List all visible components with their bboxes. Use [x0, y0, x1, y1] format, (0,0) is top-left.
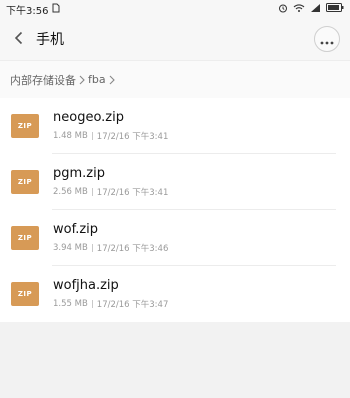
file-size: 1.55 MB [53, 299, 88, 309]
chevron-left-icon [14, 30, 23, 49]
meta-divider [91, 188, 93, 196]
file-info: wofjha.zip 1.55 MB 17/2/16 下午3:47 [53, 278, 168, 310]
wifi-icon [293, 3, 305, 16]
zip-file-icon: ZIP [11, 282, 39, 306]
list-item[interactable]: ZIP neogeo.zip 1.48 MB 17/2/16 下午3:41 [0, 98, 350, 154]
sim-icon [52, 3, 60, 16]
list-item[interactable]: ZIP wofjha.zip 1.55 MB 17/2/16 下午3:47 [0, 266, 350, 322]
meta-divider [91, 132, 93, 140]
zip-file-icon: ZIP [11, 114, 39, 138]
file-meta: 1.48 MB 17/2/16 下午3:41 [53, 130, 168, 142]
status-bar: 下午3:56 [0, 0, 350, 18]
file-meta: 1.55 MB 17/2/16 下午3:47 [53, 298, 168, 310]
file-meta: 2.56 MB 17/2/16 下午3:41 [53, 186, 168, 198]
file-size: 2.56 MB [53, 187, 88, 197]
file-info: neogeo.zip 1.48 MB 17/2/16 下午3:41 [53, 110, 168, 142]
header: 手机 [0, 18, 350, 60]
chevron-right-icon [108, 75, 116, 85]
zip-icon-label: ZIP [17, 122, 33, 130]
zip-icon-label: ZIP [17, 234, 33, 242]
alarm-icon [278, 3, 288, 16]
file-date: 17/2/16 下午3:47 [96, 300, 169, 310]
more-dots-icon [320, 30, 334, 49]
zip-icon-label: ZIP [17, 178, 33, 186]
file-name: wofjha.zip [53, 278, 119, 293]
file-size: 1.48 MB [53, 131, 88, 141]
battery-icon [326, 3, 344, 15]
file-name: pgm.zip [53, 166, 105, 181]
status-right [278, 3, 344, 16]
file-info: pgm.zip 2.56 MB 17/2/16 下午3:41 [53, 166, 168, 198]
zip-icon-label: ZIP [17, 290, 33, 298]
status-left: 下午3:56 [6, 2, 60, 17]
back-button[interactable] [10, 27, 26, 51]
list-item[interactable]: ZIP wof.zip 3.94 MB 17/2/16 下午3:46 [0, 210, 350, 266]
more-button[interactable] [314, 26, 340, 52]
file-date: 17/2/16 下午3:41 [96, 132, 169, 142]
file-info: wof.zip 3.94 MB 17/2/16 下午3:46 [53, 222, 168, 254]
chevron-right-icon [78, 75, 86, 85]
meta-divider [91, 300, 93, 308]
zip-file-icon: ZIP [11, 226, 39, 250]
breadcrumb: 内部存储设备 fba [0, 60, 350, 98]
file-list: ZIP neogeo.zip 1.48 MB 17/2/16 下午3:41 ZI… [0, 98, 350, 322]
file-meta: 3.94 MB 17/2/16 下午3:46 [53, 242, 168, 254]
file-size: 3.94 MB [53, 243, 88, 253]
file-name: neogeo.zip [53, 110, 124, 125]
file-date: 17/2/16 下午3:46 [96, 244, 169, 254]
page-title: 手机 [36, 32, 64, 48]
signal-icon [310, 3, 321, 16]
list-item[interactable]: ZIP pgm.zip 2.56 MB 17/2/16 下午3:41 [0, 154, 350, 210]
status-time: 下午3:56 [6, 5, 49, 17]
breadcrumb-item-internal-storage[interactable]: 内部存储设备 [10, 72, 76, 88]
file-date: 17/2/16 下午3:41 [96, 188, 169, 198]
meta-divider [91, 244, 93, 252]
zip-file-icon: ZIP [11, 170, 39, 194]
breadcrumb-item-fba[interactable]: fba [88, 73, 106, 86]
file-name: wof.zip [53, 222, 99, 237]
